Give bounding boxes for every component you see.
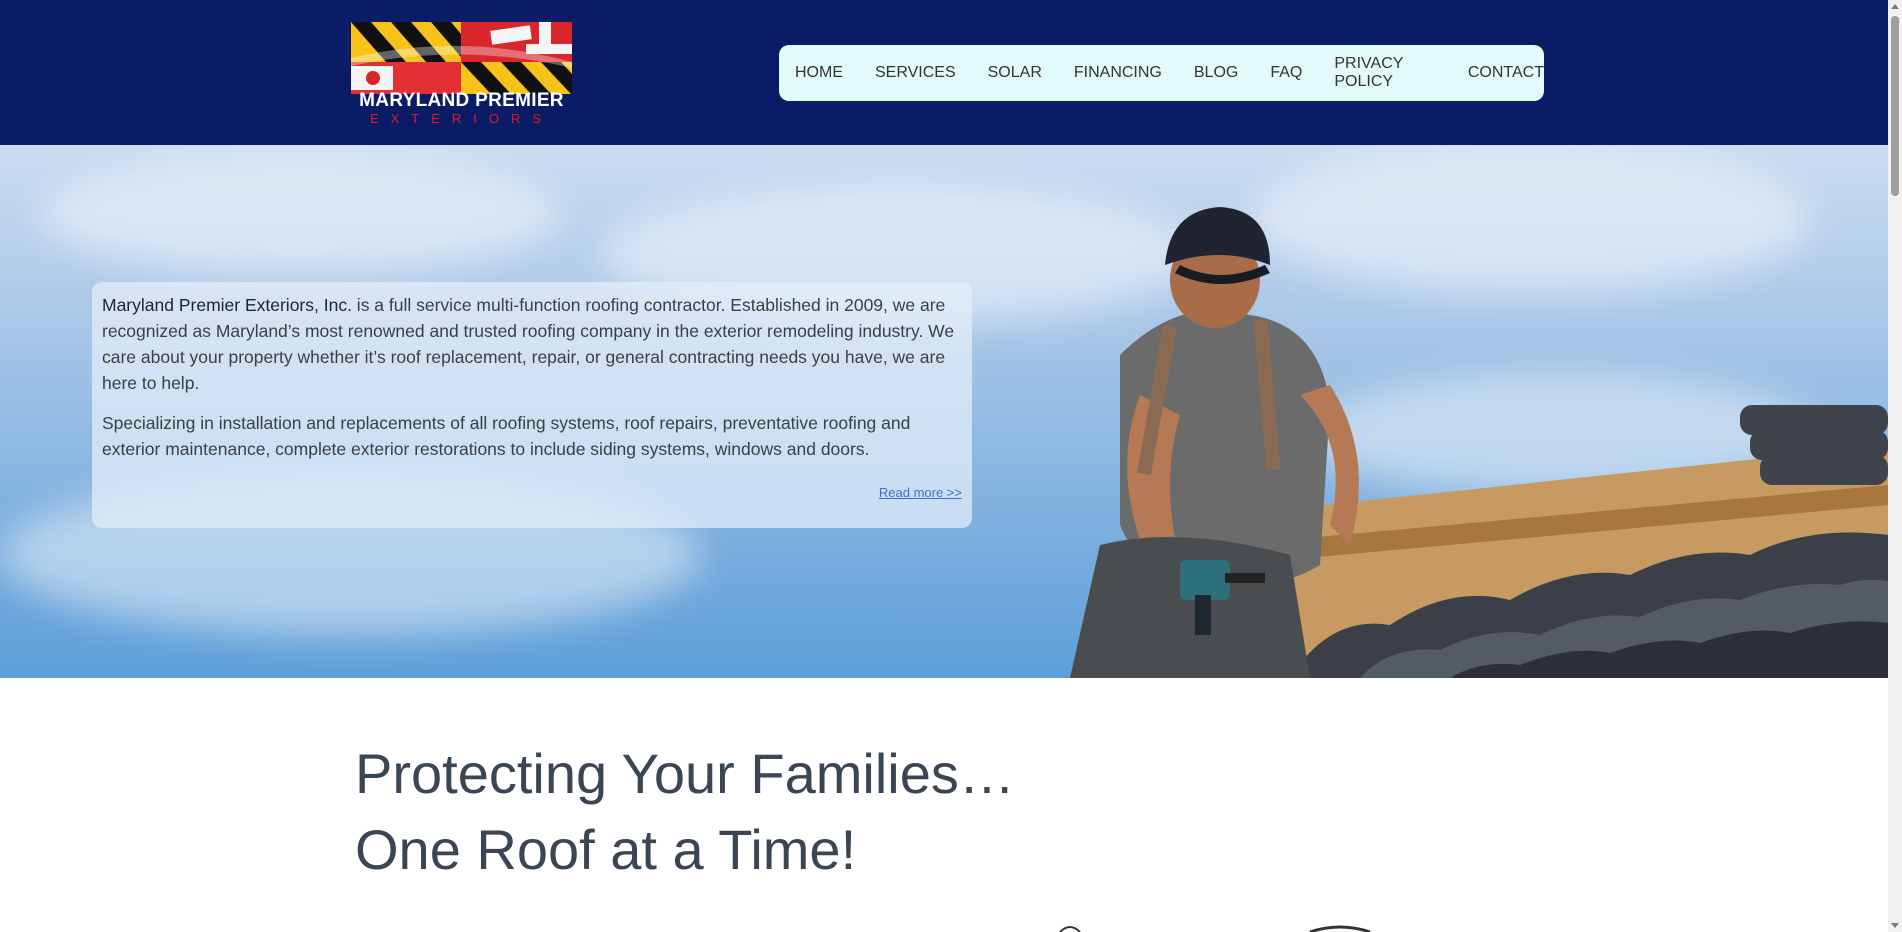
nav-financing[interactable]: FINANCING (1074, 64, 1162, 82)
site-header: MARYLAND PREMIER EXTERIORS HOME SERVICES… (0, 0, 1888, 145)
hero-banner: Maryland Premier Exteriors, Inc. is a fu… (0, 145, 1888, 678)
tagline: Protecting Your Families… One Roof at a … (355, 736, 1255, 888)
scroll-up-arrow-icon[interactable] (1891, 4, 1899, 9)
nav-solar[interactable]: SOLAR (988, 64, 1042, 82)
nav-faq[interactable]: FAQ (1270, 64, 1302, 82)
tagline-line-1: Protecting Your Families… (355, 742, 1015, 805)
site-logo[interactable]: MARYLAND PREMIER EXTERIORS (351, 22, 572, 126)
section-decoration-icon (1059, 925, 1371, 932)
services-paragraph: Specializing in installation and replace… (102, 413, 911, 459)
logo-company-name: MARYLAND PREMIER (359, 90, 564, 111)
nav-home[interactable]: HOME (795, 64, 843, 82)
tagline-line-2: One Roof at a Time! (355, 818, 857, 881)
logo-company-subtitle: EXTERIORS (369, 111, 554, 126)
main-navigation: HOME SERVICES SOLAR FINANCING BLOG FAQ P… (779, 45, 1544, 101)
roofer-installing-tiles-icon (1070, 207, 1888, 678)
company-name: Maryland Premier Exteriors, Inc. (102, 295, 352, 315)
page-scrollbar[interactable] (1888, 0, 1902, 932)
nav-privacy-policy[interactable]: PRIVACY POLICY (1334, 55, 1436, 91)
intro-paragraph: Maryland Premier Exteriors, Inc. is a fu… (102, 292, 962, 396)
nav-contact[interactable]: CONTACT (1468, 64, 1544, 82)
read-more-link[interactable]: Read more >> (879, 485, 962, 500)
scroll-down-arrow-icon[interactable] (1891, 923, 1899, 928)
intro-card: Maryland Premier Exteriors, Inc. is a fu… (92, 282, 972, 528)
maryland-flag-icon (351, 22, 572, 94)
sky-cloud (40, 155, 560, 275)
scroll-thumb[interactable] (1891, 16, 1899, 196)
nav-blog[interactable]: BLOG (1194, 64, 1238, 82)
nav-services[interactable]: SERVICES (875, 64, 956, 82)
